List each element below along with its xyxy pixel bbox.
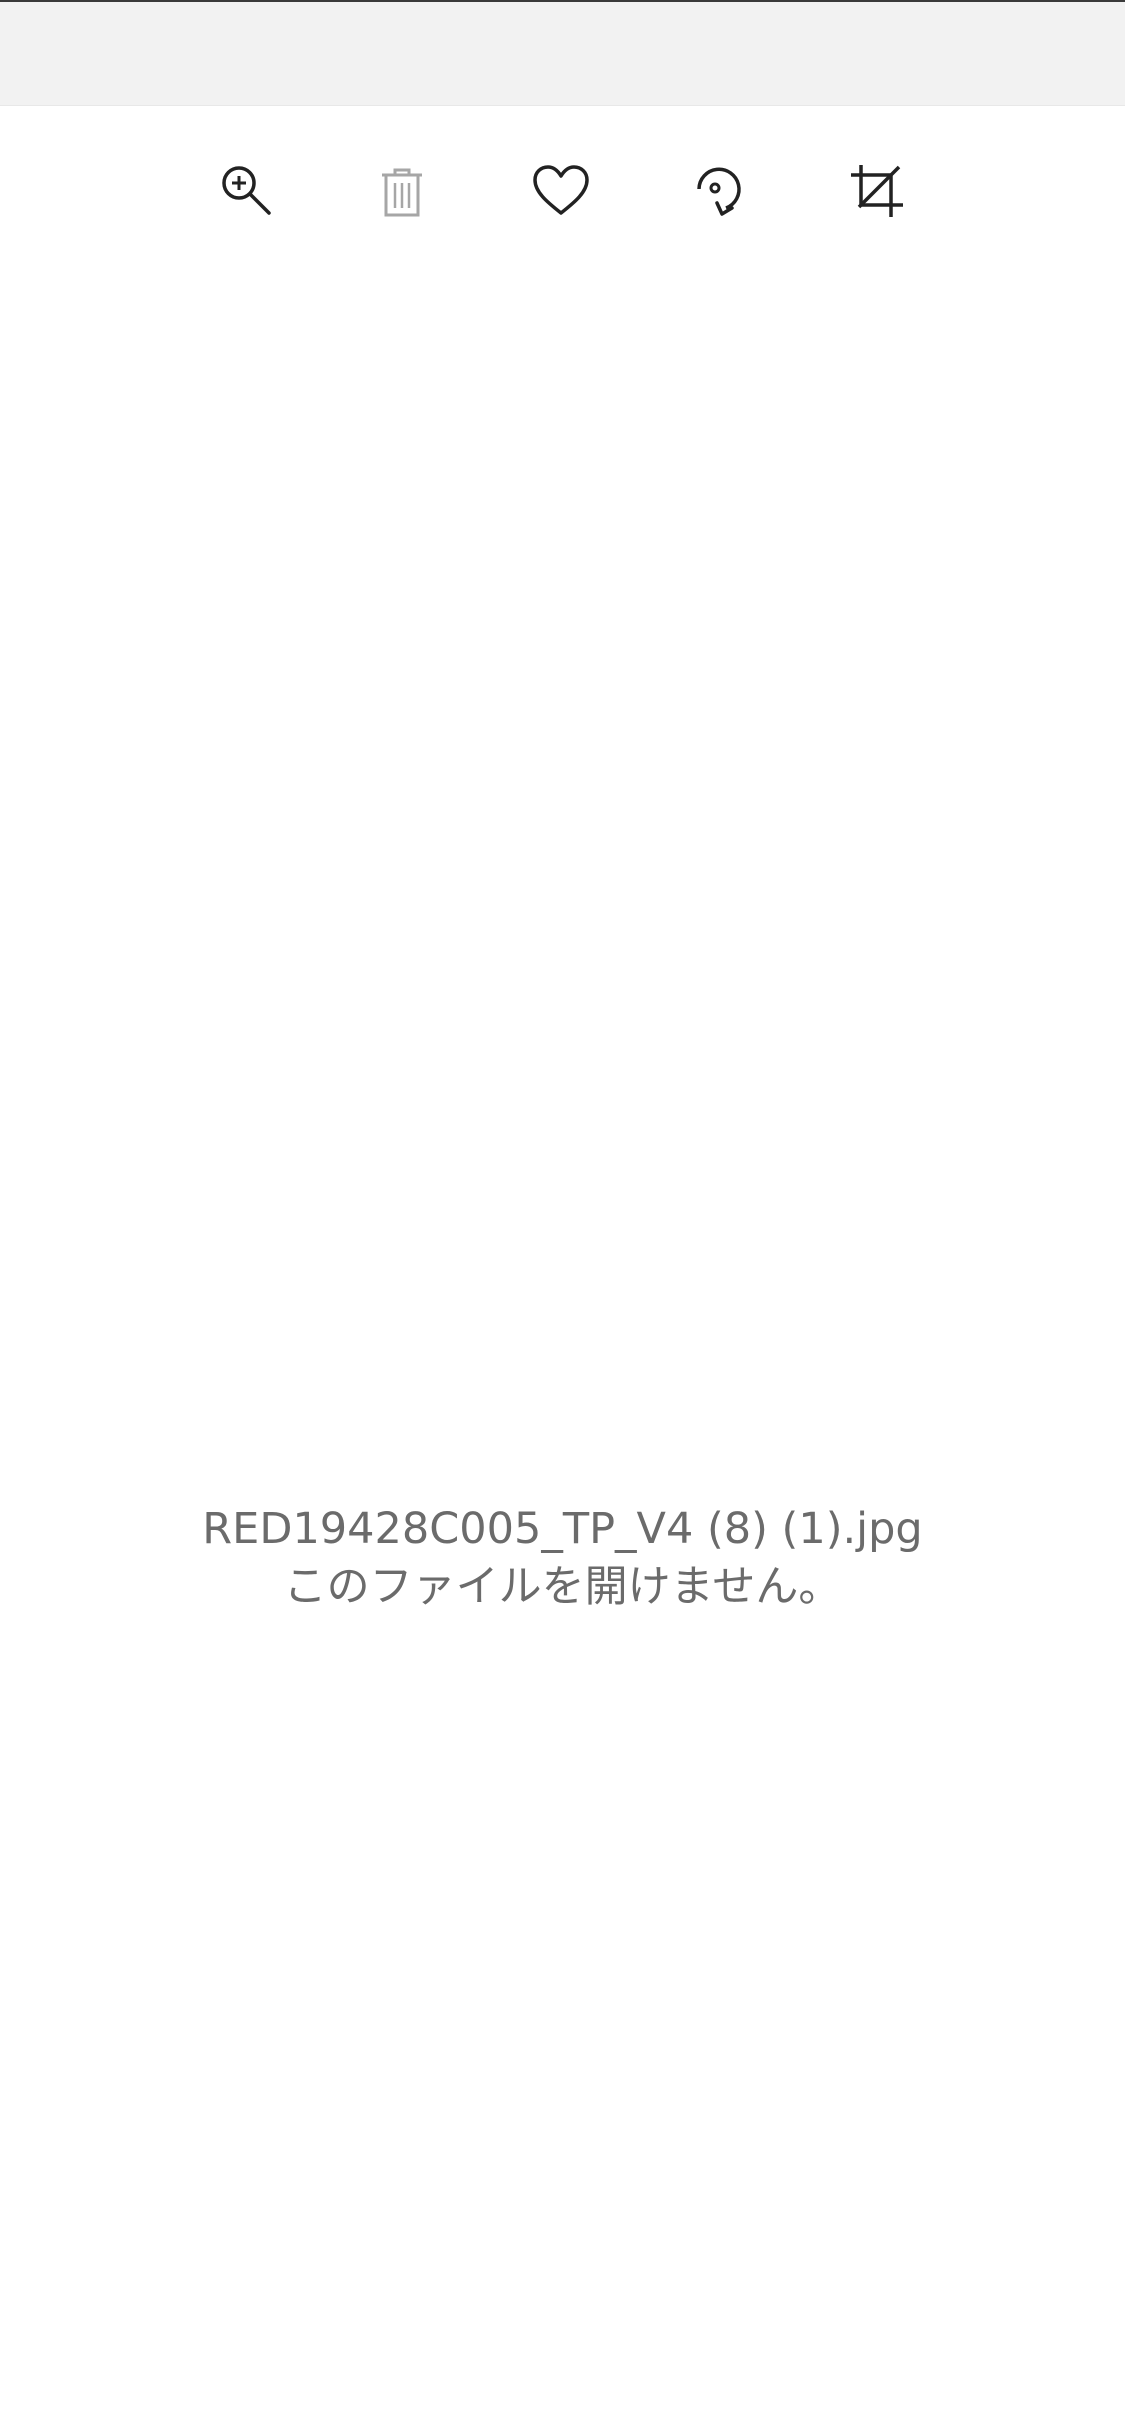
- error-message-block: RED19428C005_TP_V4 (8) (1).jpg このファイルを開け…: [0, 1500, 1125, 1616]
- rotate-button[interactable]: [673, 146, 763, 236]
- heart-icon: [533, 165, 589, 215]
- file-name: RED19428C005_TP_V4 (8) (1).jpg: [202, 1504, 923, 1554]
- cannot-open-message: このファイルを開けません。: [283, 1562, 842, 1612]
- title-bar: [0, 0, 1125, 106]
- zoom-in-button[interactable]: [202, 146, 292, 236]
- image-toolbar: [0, 106, 1125, 266]
- delete-icon: [382, 168, 422, 217]
- zoom-in-icon: [222, 166, 271, 215]
- image-viewer-canvas: [0, 266, 1125, 2436]
- favorite-button[interactable]: [516, 146, 606, 236]
- delete-button[interactable]: [357, 146, 447, 236]
- rotate-icon: [697, 167, 741, 216]
- crop-icon: [851, 165, 903, 217]
- crop-button[interactable]: [832, 146, 922, 236]
